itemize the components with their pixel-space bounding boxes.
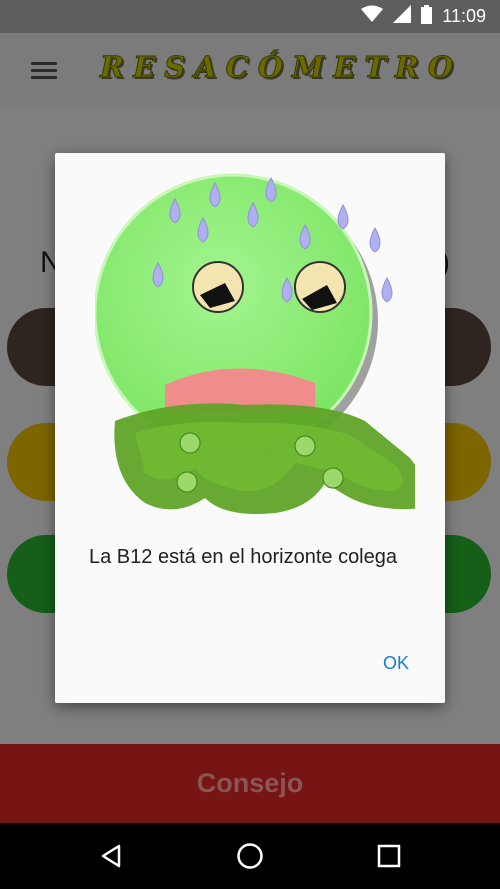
ok-button[interactable]: OK xyxy=(371,649,421,677)
app-title: RESACÓMETRO xyxy=(99,50,463,85)
back-icon[interactable] xyxy=(91,837,131,875)
recents-icon[interactable] xyxy=(369,837,409,875)
wifi-icon xyxy=(361,5,384,28)
consejo-label: Consejo xyxy=(196,768,304,798)
advice-dialog: La B12 está en el horizonte colega OK xyxy=(55,153,445,703)
status-time: 11:09 xyxy=(442,6,486,26)
navigation-bar xyxy=(0,823,500,889)
hangover-face-illustration xyxy=(93,173,430,533)
battery-icon xyxy=(421,4,433,29)
status-icons: 11:09 xyxy=(361,0,486,33)
consejo-button[interactable]: Consejo xyxy=(0,744,500,823)
signal-icon xyxy=(393,5,412,28)
home-icon[interactable] xyxy=(230,837,270,875)
status-bar: 11:09 xyxy=(0,0,500,33)
dialog-message: La B12 está en el horizonte colega xyxy=(89,546,397,568)
vomit xyxy=(114,403,430,514)
menu-icon[interactable] xyxy=(22,55,66,85)
app-bar: RESACÓMETRO xyxy=(0,33,500,108)
